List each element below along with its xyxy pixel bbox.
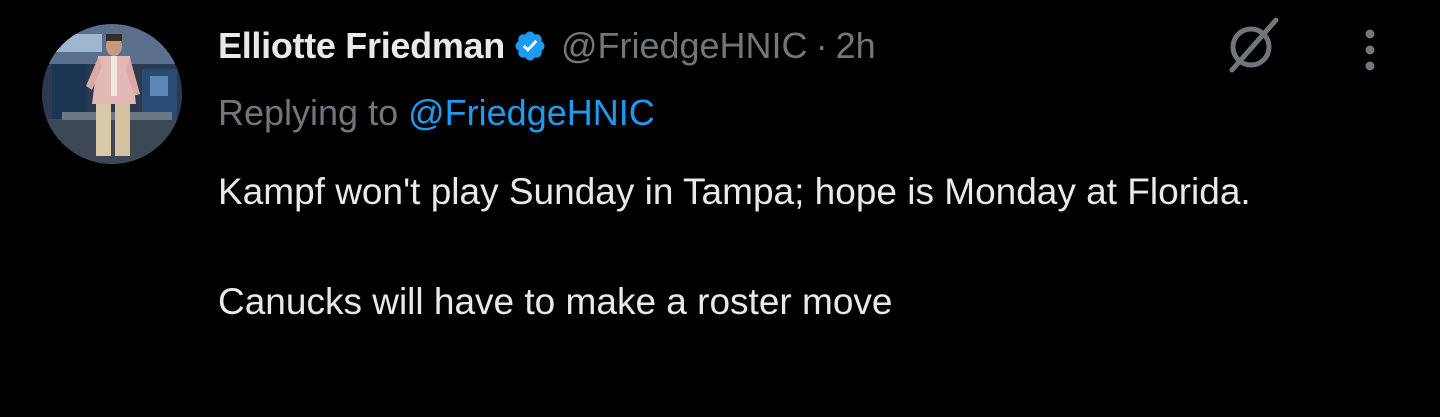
tweet-header: Elliotte Friedman @FriedgeHNIC · 2h (218, 22, 876, 70)
tweet-timestamp[interactable]: 2h (836, 25, 876, 67)
tweet-text-paragraph-2: Canucks will have to make a roster move (218, 281, 893, 322)
replying-to-mention-link[interactable]: @FriedgeHNIC (408, 92, 655, 133)
replying-to-label: Replying to (218, 92, 399, 133)
grok-icon[interactable] (1222, 14, 1284, 76)
profile-avatar[interactable] (42, 24, 182, 164)
tweet-text: Kampf won't play Sunday in Tampa; hope i… (218, 164, 1358, 329)
verified-badge-icon[interactable] (513, 29, 547, 63)
author-handle[interactable]: @FriedgeHNIC (561, 25, 808, 67)
tweet-text-paragraph-1: Kampf won't play Sunday in Tampa; hope i… (218, 171, 1251, 212)
header-separator: · (815, 25, 828, 66)
replying-to-line: Replying to @FriedgeHNIC (218, 92, 655, 134)
author-display-name[interactable]: Elliotte Friedman (218, 25, 505, 67)
more-options-icon[interactable] (1352, 24, 1388, 76)
tweet[interactable]: Elliotte Friedman @FriedgeHNIC · 2h Repl… (0, 0, 1440, 417)
